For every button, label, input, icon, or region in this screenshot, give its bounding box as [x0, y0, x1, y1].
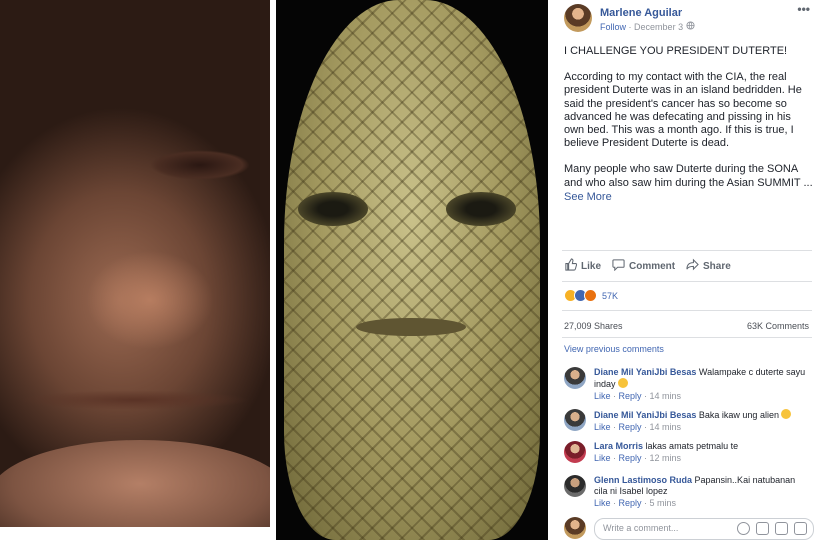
- photo-left-face: [0, 0, 270, 527]
- post-paragraph: Many people who saw Duterte during the S…: [564, 163, 813, 189]
- sticker-icon[interactable]: [794, 522, 807, 535]
- camera-icon[interactable]: [756, 522, 769, 535]
- author-name[interactable]: Marlene Aguilar: [600, 7, 682, 19]
- photo-detail-mouth: [20, 390, 250, 410]
- comment-label: Comment: [629, 260, 676, 272]
- share-button[interactable]: Share: [686, 258, 731, 274]
- composer-icons: [737, 522, 807, 535]
- angry-reaction-icon: [584, 289, 597, 302]
- post-text: I CHALLENGE YOU PRESIDENT DUTERTE! Accor…: [564, 45, 814, 203]
- photo-right-reptile-mask: [276, 0, 548, 540]
- post-paragraph: According to my contact with the CIA, th…: [564, 71, 802, 150]
- comment-meta: Like · Reply · 14 mins: [594, 391, 682, 401]
- thumbs-up-icon: [564, 258, 578, 274]
- divider: [562, 310, 812, 311]
- divider: [562, 281, 812, 282]
- photo-detail-head: [284, 0, 540, 540]
- commenter-avatar[interactable]: [564, 475, 586, 497]
- commenter-avatar[interactable]: [564, 441, 586, 463]
- emoji-icon[interactable]: [737, 522, 750, 535]
- comment-body: Glenn Lastimoso Ruda Papansin..Kai natub…: [594, 475, 809, 509]
- comment-time[interactable]: 14 mins: [650, 422, 682, 432]
- comment-reply-link[interactable]: Reply: [619, 391, 642, 401]
- current-user-avatar: [564, 517, 586, 539]
- post-panel: Marlene Aguilar Follow · December 3 ••• …: [556, 0, 819, 540]
- like-label: Like: [581, 260, 602, 272]
- commenter-name[interactable]: Lara Morris: [594, 441, 643, 451]
- comment-body: Lara Morris lakas amats petmalu te Like …: [594, 441, 809, 464]
- post-photo[interactable]: [0, 0, 548, 540]
- comment-like-link[interactable]: Like: [594, 498, 611, 508]
- share-arrow-icon: [686, 258, 699, 274]
- post-actions: Like Comment Share: [562, 258, 812, 276]
- reactions-summary[interactable]: 57K: [564, 289, 618, 302]
- post-header: Marlene Aguilar Follow · December 3 •••: [564, 2, 814, 34]
- comment-like-link[interactable]: Like: [594, 391, 611, 401]
- comment-button[interactable]: Comment: [612, 258, 675, 274]
- divider: [562, 250, 812, 251]
- gif-icon[interactable]: [775, 522, 788, 535]
- commenter-avatar[interactable]: [564, 367, 586, 389]
- comment-input[interactable]: Write a comment...: [594, 518, 814, 540]
- follow-link[interactable]: Follow: [600, 22, 626, 32]
- comment-composer: Write a comment...: [564, 516, 814, 540]
- comment-reply-link[interactable]: Reply: [619, 422, 642, 432]
- meta-separator: ·: [628, 22, 632, 32]
- photo-detail-mouth: [356, 318, 466, 336]
- comment-meta: Like · Reply · 5 mins: [594, 498, 677, 508]
- comment-time[interactable]: 14 mins: [650, 391, 682, 401]
- photo-detail-right-eye: [446, 192, 516, 226]
- comment-like-link[interactable]: Like: [594, 453, 611, 463]
- like-button[interactable]: Like: [564, 258, 601, 274]
- photo-detail-hand: [0, 440, 270, 527]
- comment-text: Baka ikaw ung alien: [698, 410, 779, 420]
- divider: [562, 337, 812, 338]
- comment-meta: Like · Reply · 12 mins: [594, 453, 682, 463]
- shares-count[interactable]: 27,009 Shares: [564, 321, 623, 331]
- comment-body: Diane Mil YaniJbi Besas Walampake c dute…: [594, 367, 809, 402]
- laughing-emoji-icon: [618, 378, 629, 388]
- comment-reply-link[interactable]: Reply: [619, 498, 642, 508]
- see-more-link[interactable]: See More: [564, 191, 612, 203]
- author-avatar[interactable]: [564, 4, 592, 32]
- comment-reply-link[interactable]: Reply: [619, 453, 642, 463]
- commenter-name[interactable]: Diane Mil YaniJbi Besas: [594, 410, 696, 420]
- commenter-name[interactable]: Glenn Lastimoso Ruda: [594, 475, 692, 485]
- comment-meta: Like · Reply · 14 mins: [594, 422, 682, 432]
- post-date[interactable]: December 3: [634, 22, 683, 32]
- globe-icon: [686, 21, 695, 32]
- photo-detail-left-eye: [298, 192, 368, 226]
- comment-text: lakas amats petmalu te: [645, 441, 739, 451]
- more-options-icon[interactable]: •••: [797, 2, 810, 16]
- comment-input-placeholder: Write a comment...: [603, 523, 679, 533]
- post-paragraph: I CHALLENGE YOU PRESIDENT DUTERTE!: [564, 45, 788, 57]
- share-label: Share: [703, 260, 731, 272]
- commenter-avatar[interactable]: [564, 409, 586, 431]
- comments-count[interactable]: 63K Comments: [747, 321, 809, 331]
- post-meta: Follow · December 3: [600, 21, 695, 32]
- reaction-count: 57K: [602, 290, 619, 301]
- commenter-name[interactable]: Diane Mil YaniJbi Besas: [594, 367, 696, 377]
- comment-time[interactable]: 12 mins: [650, 453, 682, 463]
- comment-body: Diane Mil YaniJbi Besas Baka ikaw ung al…: [594, 409, 809, 433]
- comment-bubble-icon: [612, 258, 625, 274]
- view-previous-comments-link[interactable]: View previous comments: [564, 344, 664, 354]
- photo-detail-eye: [150, 150, 250, 180]
- laughing-emoji-icon: [781, 409, 792, 419]
- comment-like-link[interactable]: Like: [594, 422, 611, 432]
- comment-time[interactable]: 5 mins: [650, 498, 677, 508]
